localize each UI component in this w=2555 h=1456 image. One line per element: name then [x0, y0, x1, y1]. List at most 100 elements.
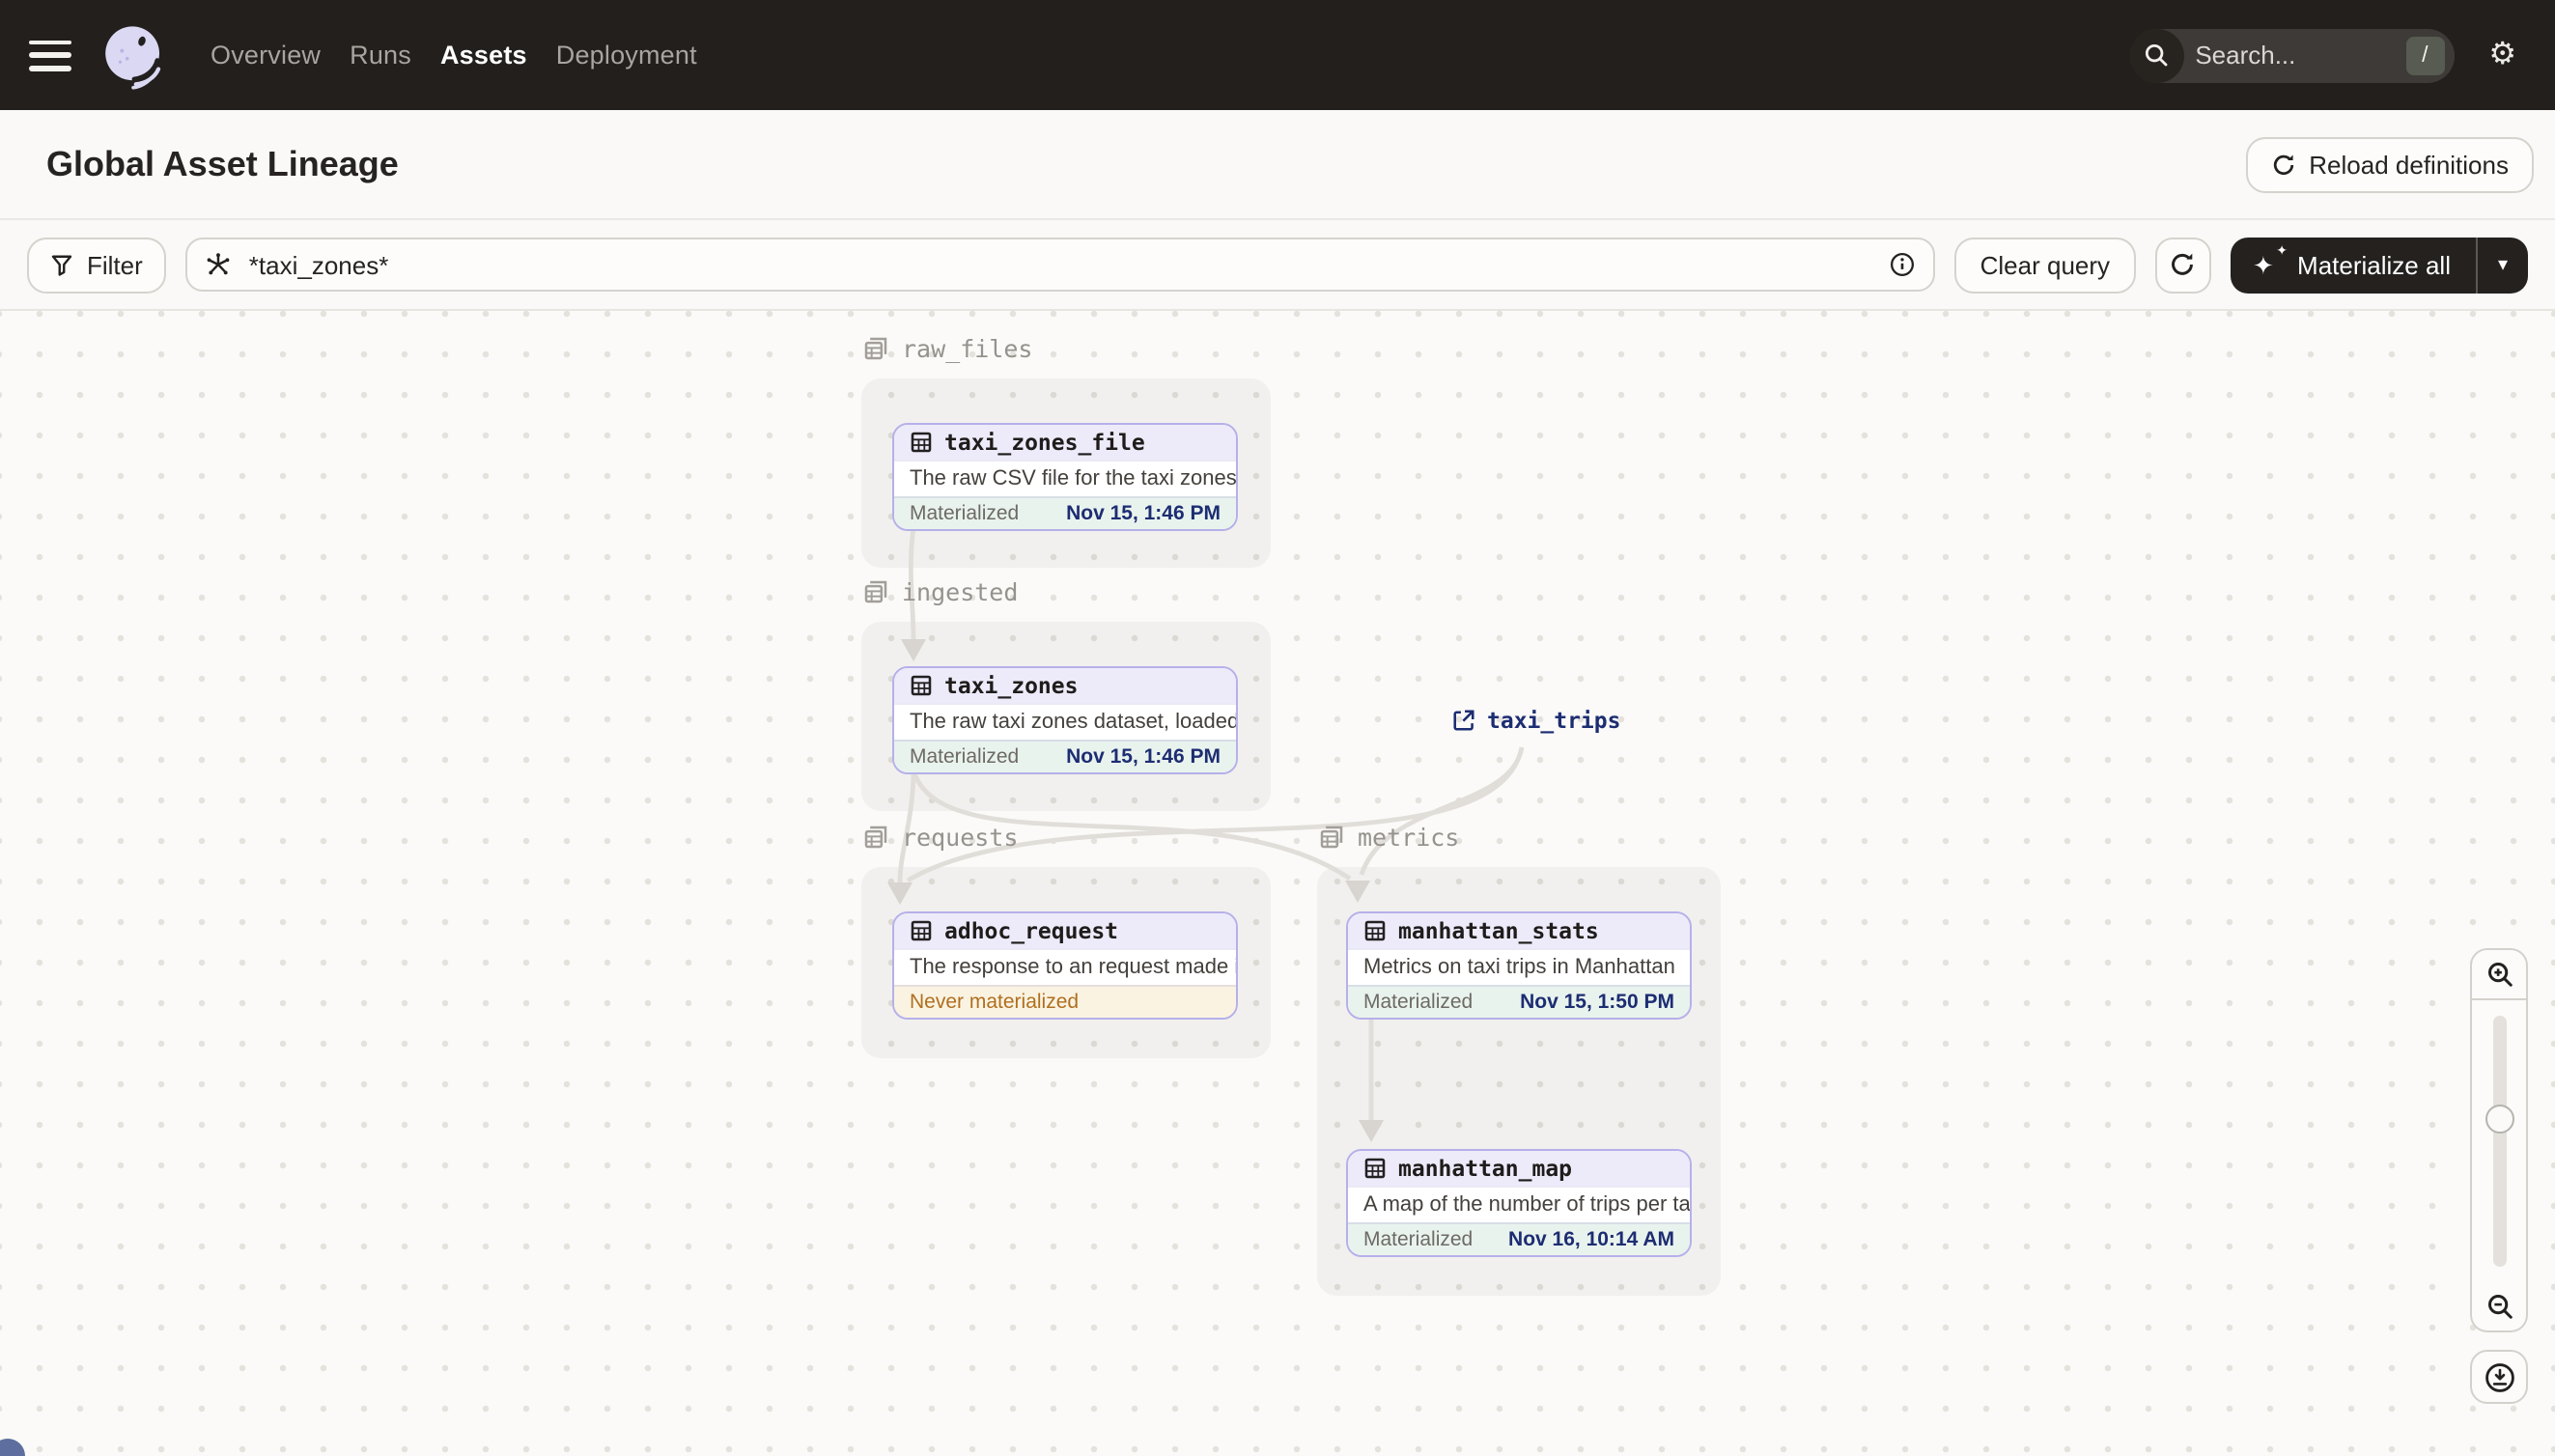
sparkles-icon: ✦ ✦ [2253, 244, 2288, 279]
clear-query-button[interactable]: Clear query [1954, 237, 2136, 293]
asset-name: taxi_zones [944, 672, 1079, 699]
global-search[interactable]: / [2129, 28, 2455, 82]
reload-definitions-label: Reload definitions [2309, 150, 2509, 179]
asset-description: The raw taxi zones dataset, loaded int..… [894, 703, 1236, 740]
asset-description: Metrics on taxi trips in Manhattan [1348, 948, 1690, 985]
reload-definitions-button[interactable]: Reload definitions [2245, 136, 2534, 192]
refresh-icon [2172, 253, 2193, 275]
materialize-all-button[interactable]: ✦ ✦ Materialize all [2230, 237, 2476, 293]
materialized-timestamp: Nov 16, 10:14 AM [1508, 1228, 1674, 1251]
asset-status-row: Never materialized [894, 985, 1236, 1018]
asset-node-header: manhattan_map [1348, 1151, 1690, 1186]
group-table-icon [864, 580, 887, 603]
table-icon [911, 432, 932, 453]
version-badge[interactable] [0, 1439, 25, 1456]
asset-group-label-raw_files[interactable]: raw_files [861, 334, 1032, 363]
asset-status-row: Materialized Nov 15, 1:46 PM [894, 496, 1236, 529]
settings-gear-icon[interactable]: ⚙ [2488, 39, 2516, 70]
asset-description: The raw CSV file for the taxi zones dat.… [894, 460, 1236, 496]
refresh-icon [2273, 154, 2293, 175]
zoom-in-icon [2487, 963, 2512, 987]
asset-node-header: taxi_zones_file [894, 425, 1236, 460]
asset-description: The response to an request made in th... [894, 948, 1236, 985]
asset-name: manhattan_map [1398, 1155, 1573, 1182]
asset-node-header: adhoc_request [894, 913, 1236, 948]
zoom-slider-track[interactable] [2493, 1016, 2507, 1267]
nav-item-deployment[interactable]: Deployment [556, 41, 697, 70]
search-icon [2129, 28, 2184, 82]
top-nav: Overview Runs Assets Deployment / ⚙ [0, 0, 2555, 110]
group-name: requests [902, 823, 1019, 852]
nav-item-overview[interactable]: Overview [211, 41, 321, 70]
table-icon [911, 675, 932, 696]
asset-group-label-ingested[interactable]: ingested [861, 577, 1018, 606]
asset-node-header: taxi_zones [894, 668, 1236, 703]
asset-node-header: manhattan_stats [1348, 913, 1690, 948]
search-shortcut-key: / [2405, 36, 2445, 74]
zoom-slider-thumb[interactable] [2485, 1105, 2514, 1134]
page-header: Global Asset Lineage Reload definitions [0, 110, 2555, 220]
materialized-timestamp: Nov 15, 1:46 PM [1066, 502, 1221, 525]
asset-status-row: Materialized Nov 15, 1:50 PM [1348, 985, 1690, 1018]
nav-item-assets[interactable]: Assets [440, 41, 527, 70]
materialize-all-label: Materialize all [2297, 250, 2451, 279]
query-info-icon[interactable] [1890, 251, 1917, 278]
hamburger-menu-icon[interactable] [29, 40, 71, 70]
group-table-icon [864, 337, 887, 360]
table-icon [1364, 920, 1386, 941]
asset-node-adhoc_request[interactable]: adhoc_request The response to an request… [892, 911, 1238, 1020]
refresh-graph-button[interactable] [2154, 237, 2211, 293]
lineage-canvas[interactable]: raw_files ingested requests metrics taxi… [0, 311, 2555, 1456]
asset-node-taxi_zones[interactable]: taxi_zones The raw taxi zones dataset, l… [892, 666, 1238, 774]
asset-name: adhoc_request [944, 917, 1119, 944]
asset-node-taxi_zones_file[interactable]: taxi_zones_file The raw CSV file for the… [892, 423, 1238, 531]
download-image-button[interactable] [2470, 1350, 2528, 1404]
asset-node-manhattan_stats[interactable]: manhattan_stats Metrics on taxi trips in… [1346, 911, 1692, 1020]
asset-name: taxi_zones_file [944, 429, 1145, 456]
group-name: ingested [902, 577, 1019, 606]
group-name: raw_files [902, 334, 1033, 363]
group-table-icon [1320, 826, 1343, 849]
lineage-toolbar: Filter Clear query ✦ ✦ [0, 220, 2555, 311]
lineage-edges [887, 526, 1525, 1142]
asset-status-row: Materialized Nov 15, 1:46 PM [894, 740, 1236, 772]
asset-description: A map of the number of trips per taxi z.… [1348, 1186, 1690, 1222]
filter-funnel-icon [51, 255, 72, 276]
filter-button[interactable]: Filter [27, 237, 166, 293]
nav-item-runs[interactable]: Runs [350, 41, 411, 70]
search-input[interactable] [2183, 41, 2406, 70]
status-label: Materialized [1363, 991, 1474, 1014]
asset-group-label-metrics[interactable]: metrics [1317, 823, 1459, 852]
asset-node-manhattan_map[interactable]: manhattan_map A map of the number of tri… [1346, 1149, 1692, 1257]
download-icon [2485, 1362, 2513, 1391]
filter-label: Filter [87, 250, 143, 279]
external-asset-name: taxi_trips [1487, 707, 1621, 734]
zoom-in-button[interactable] [2470, 948, 2528, 1000]
dagster-logo[interactable] [98, 20, 168, 90]
caret-down-icon: ▾ [2497, 254, 2509, 275]
dagster-logo-icon [105, 25, 161, 89]
status-label: Materialized [910, 745, 1020, 769]
materialize-all-split-button: ✦ ✦ Materialize all ▾ [2230, 237, 2528, 293]
zoom-slider[interactable] [2470, 1000, 2528, 1282]
group-name: metrics [1358, 823, 1460, 852]
zoom-out-button[interactable] [2470, 1282, 2528, 1332]
table-icon [911, 920, 932, 941]
materialized-timestamp: Nov 15, 1:46 PM [1066, 745, 1221, 769]
zoom-out-icon [2487, 1295, 2512, 1319]
selection-syntax-icon [207, 253, 230, 275]
status-label: Materialized [910, 502, 1020, 525]
asset-query-input[interactable] [244, 248, 1876, 281]
external-asset-link-taxi_trips[interactable]: taxi_trips [1452, 707, 1621, 734]
external-link-icon [1453, 710, 1474, 731]
app-root: Overview Runs Assets Deployment / ⚙ Glob… [0, 0, 2555, 1456]
asset-selection-input[interactable] [184, 238, 1936, 292]
asset-name: manhattan_stats [1398, 917, 1599, 944]
primary-nav: Overview Runs Assets Deployment [211, 41, 697, 70]
asset-group-label-requests[interactable]: requests [861, 823, 1018, 852]
table-icon [1364, 1158, 1386, 1179]
page-title: Global Asset Lineage [46, 144, 399, 182]
materialize-options-caret[interactable]: ▾ [2476, 237, 2528, 293]
clear-query-label: Clear query [1979, 250, 2111, 279]
group-table-icon [864, 826, 887, 849]
